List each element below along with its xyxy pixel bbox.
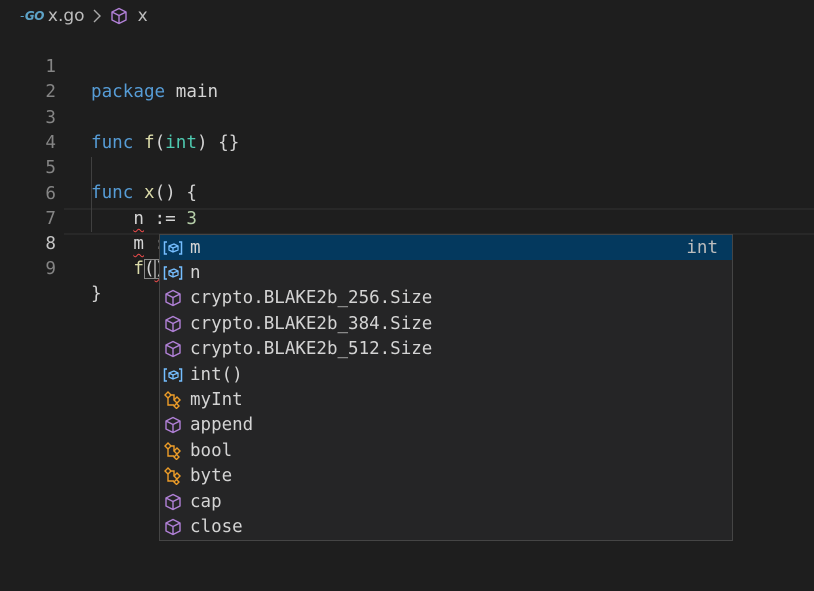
variable-icon xyxy=(163,365,183,385)
code-line[interactable]: 1 package main xyxy=(0,30,814,102)
suggestion-item[interactable]: crypto.BLAKE2b_384.Size xyxy=(160,311,732,336)
code-line[interactable]: 8 f() xyxy=(0,207,814,279)
cube-icon xyxy=(163,339,183,359)
suggestion-item[interactable]: close xyxy=(160,514,732,539)
suggestion-item[interactable]: int() xyxy=(160,362,732,387)
cube-icon xyxy=(163,288,183,308)
suggestion-item[interactable]: crypto.BLAKE2b_256.Size xyxy=(160,286,732,311)
suggestion-label: m xyxy=(190,237,201,258)
suggestion-widget[interactable]: m int n crypto.BLAKE2b_256.Size crypto.BLAKE… xyxy=(159,234,733,541)
suggestion-label: crypto.BLAKE2b_512.Size xyxy=(190,339,433,360)
code-line[interactable]: 2 xyxy=(0,55,814,102)
class-icon xyxy=(163,390,183,410)
suggestion-label: cap xyxy=(190,491,222,512)
suggestion-label: byte xyxy=(190,466,233,487)
punctuation-token: } xyxy=(91,284,102,304)
suggestion-item[interactable]: crypto.BLAKE2b_512.Size xyxy=(160,337,732,362)
breadcrumb-file[interactable]: x.go xyxy=(48,6,85,26)
suggestion-detail: int xyxy=(686,237,718,258)
suggestion-item[interactable]: myInt xyxy=(160,387,732,412)
suggestion-label: close xyxy=(190,516,243,537)
variable-icon xyxy=(163,263,183,283)
suggestion-item[interactable]: byte xyxy=(160,464,732,489)
cube-icon xyxy=(163,517,183,537)
suggestion-item[interactable]: bool xyxy=(160,438,732,463)
suggestion-label: append xyxy=(190,415,254,436)
breadcrumb-symbol[interactable]: x xyxy=(138,6,148,26)
function-token: f xyxy=(133,259,144,279)
breadcrumb: -GO x.go x xyxy=(0,0,814,32)
suggestion-label: bool xyxy=(190,440,233,461)
code-line[interactable]: 7 m := 4 xyxy=(0,182,814,254)
class-icon xyxy=(163,466,183,486)
suggestion-item[interactable]: m int xyxy=(160,235,732,260)
suggestion-label: n xyxy=(190,262,201,283)
cube-icon xyxy=(163,492,183,512)
code-line[interactable]: 5 func x() { xyxy=(0,131,814,203)
cube-icon xyxy=(163,415,183,435)
open-paren-token: ( xyxy=(143,259,155,279)
code-line[interactable]: 4 xyxy=(0,106,814,153)
suggestion-item[interactable]: cap xyxy=(160,489,732,514)
class-icon xyxy=(163,441,183,461)
code-line[interactable]: 3 func f(int) {} xyxy=(0,81,814,153)
suggestion-label: crypto.BLAKE2b_256.Size xyxy=(190,288,433,309)
suggestion-label: myInt xyxy=(190,389,243,410)
code-line[interactable]: 6 n := 3 xyxy=(0,157,814,229)
variable-icon xyxy=(163,238,183,258)
suggestion-item[interactable]: append xyxy=(160,413,732,438)
chevron-right-icon xyxy=(90,9,104,23)
suggestion-label: int() xyxy=(190,364,243,385)
cube-icon xyxy=(163,314,183,334)
suggestion-item[interactable]: n xyxy=(160,260,732,285)
cube-icon xyxy=(110,7,128,25)
go-file-icon: -GO xyxy=(20,9,44,23)
suggestion-label: crypto.BLAKE2b_384.Size xyxy=(190,313,433,334)
line-number: 9 xyxy=(45,259,56,279)
